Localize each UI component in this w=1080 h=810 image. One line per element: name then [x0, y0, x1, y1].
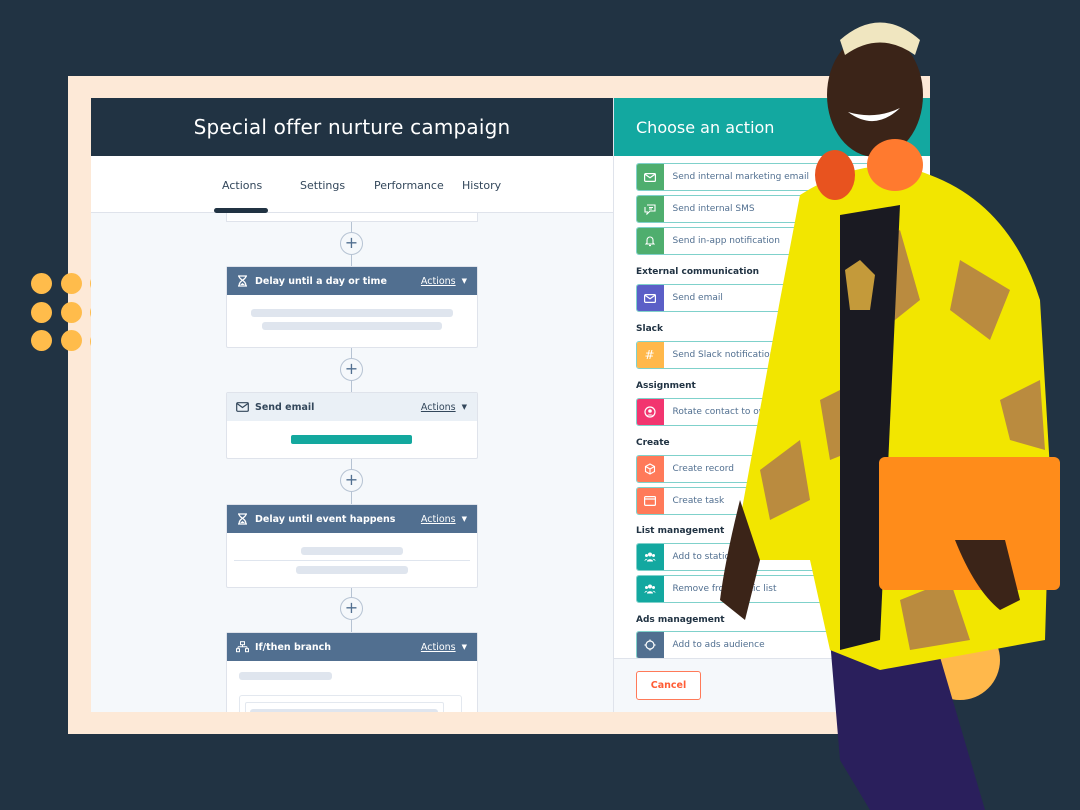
workflow-step-send-email[interactable]: Send email Actions ▼: [226, 392, 478, 459]
slack-icon: #: [637, 342, 664, 368]
tab-history[interactable]: History: [462, 179, 501, 192]
workflow-step-if-then-branch[interactable]: If/then branch Actions ▼: [226, 632, 478, 712]
caret-down-icon[interactable]: ▼: [462, 277, 467, 285]
cancel-button[interactable]: Cancel: [636, 671, 701, 700]
action-label: Send internal SMS: [672, 204, 755, 214]
person-hand: [955, 540, 1020, 610]
card-actions-link[interactable]: Actions: [421, 402, 456, 413]
action-send-internal-marketing-email[interactable]: Send internal marketing email: [636, 163, 916, 191]
dot: [61, 273, 82, 294]
tab-performance[interactable]: Performance: [374, 179, 444, 192]
card-header: Send email Actions ▼: [227, 393, 477, 421]
add-step-button[interactable]: +: [340, 469, 363, 492]
action-send-internal-sms[interactable]: Send internal SMS: [636, 195, 916, 223]
workflow-title: Special offer nurture campaign: [91, 98, 613, 156]
add-step-button[interactable]: +: [340, 232, 363, 255]
dot: [61, 302, 82, 323]
add-step-button[interactable]: +: [340, 358, 363, 381]
card-title: Delay until a day or time: [255, 275, 387, 287]
task-icon: [637, 488, 664, 514]
envelope-icon: [637, 285, 664, 311]
placeholder-bar: [301, 547, 403, 555]
workflow-tabs: Actions Settings Performance History: [91, 156, 613, 213]
card-actions-link[interactable]: Actions: [421, 276, 456, 287]
section-heading-ads-management: Ads management: [636, 615, 725, 625]
caret-down-icon[interactable]: ▼: [462, 515, 467, 523]
envelope-icon: [235, 402, 249, 412]
caret-down-icon[interactable]: ▼: [462, 403, 467, 411]
action-remove-from-static-list[interactable]: Remove from static list: [636, 575, 916, 603]
action-create-task[interactable]: Create task: [636, 487, 916, 515]
card-actions-link[interactable]: Actions: [421, 642, 456, 653]
action-label: Send email: [672, 293, 723, 303]
action-send-email[interactable]: Send email: [636, 284, 916, 312]
card-title: Delay until event happens: [255, 513, 396, 525]
action-label: Rotate contact to owner: [672, 407, 782, 417]
section-heading-slack: Slack: [636, 324, 663, 334]
workflow-editor: Special offer nurture campaign Actions S…: [91, 98, 613, 712]
section-heading-create: Create: [636, 438, 670, 448]
workflow-step-delay-event[interactable]: Delay until event happens Actions ▼: [226, 504, 478, 588]
bell-icon: [637, 228, 664, 254]
active-tab-indicator: [214, 208, 268, 213]
card-actions-link[interactable]: Actions: [421, 514, 456, 525]
rotate-user-icon: [637, 399, 664, 425]
placeholder-bar: [239, 672, 332, 680]
hourglass-icon: [235, 275, 249, 287]
choose-action-panel: Choose an action Send internal marketing…: [613, 98, 930, 712]
add-step-button[interactable]: +: [340, 597, 363, 620]
person-hair: [840, 22, 920, 55]
envelope-icon: [637, 164, 664, 190]
action-label: Send internal marketing email: [672, 172, 809, 182]
card-header: Delay until event happens Actions ▼: [227, 505, 477, 533]
action-send-in-app-notification[interactable]: Send in-app notification: [636, 227, 916, 255]
dot: [31, 302, 52, 323]
dot: [31, 330, 52, 351]
panel-title: Choose an action: [614, 98, 930, 156]
action-label: Add to static list: [672, 552, 746, 562]
dot: [31, 273, 52, 294]
card-header: If/then branch Actions ▼: [227, 633, 477, 661]
tab-actions[interactable]: Actions: [222, 179, 262, 192]
section-heading-external-communication: External communication: [636, 267, 760, 277]
action-label: Create task: [672, 496, 725, 506]
email-preview-bar: [291, 435, 412, 444]
chat-icon: [637, 196, 664, 222]
hourglass-icon: [235, 513, 249, 525]
divider: [234, 560, 470, 561]
workflow-step-delay-day[interactable]: Delay until a day or time Actions ▼: [226, 266, 478, 348]
panel-footer: Cancel: [614, 658, 930, 712]
branch-icon: [235, 641, 249, 653]
action-label: Create record: [672, 464, 735, 474]
section-heading-list-management: List management: [636, 526, 725, 536]
people-icon: [637, 544, 664, 570]
caret-down-icon[interactable]: ▼: [462, 643, 467, 651]
tab-settings[interactable]: Settings: [300, 179, 345, 192]
previous-step-card: [226, 213, 478, 222]
decorative-circle: [920, 620, 1000, 700]
placeholder-bar: [250, 709, 438, 712]
card-title: Send email: [255, 401, 315, 413]
section-heading-assignment: Assignment: [636, 381, 696, 391]
placeholder-bar: [262, 322, 442, 330]
action-rotate-contact-to-owner[interactable]: Rotate contact to owner: [636, 398, 916, 426]
workflow-canvas: + Delay until a day or time Actions ▼ +: [91, 213, 613, 712]
action-add-to-ads-audience[interactable]: Add to ads audience: [636, 631, 916, 659]
cube-icon: [637, 456, 664, 482]
placeholder-bar: [296, 566, 408, 574]
action-label: Add to ads audience: [672, 640, 765, 650]
dot: [61, 330, 82, 351]
people-icon: [637, 576, 664, 602]
action-add-to-static-list[interactable]: Add to static list: [636, 543, 916, 571]
action-label: Remove from static list: [672, 584, 777, 594]
action-label: Send Slack notification: [672, 350, 776, 360]
card-title: If/then branch: [255, 641, 332, 653]
placeholder-bar: [251, 309, 453, 317]
workflow-app: Special offer nurture campaign Actions S…: [91, 98, 930, 712]
card-header: Delay until a day or time Actions ▼: [227, 267, 477, 295]
action-create-record[interactable]: Create record: [636, 455, 916, 483]
action-label: Send in-app notification: [672, 236, 780, 246]
action-send-slack-notification[interactable]: # Send Slack notification: [636, 341, 916, 369]
target-icon: [637, 632, 664, 658]
